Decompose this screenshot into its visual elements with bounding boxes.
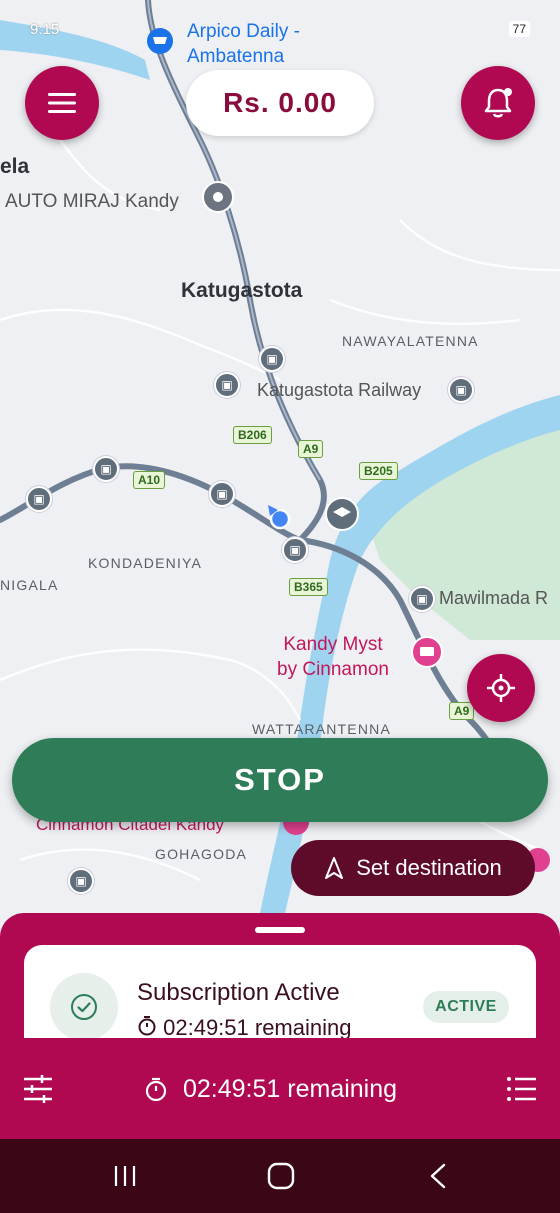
my-location-button[interactable] bbox=[467, 654, 535, 722]
filter-icon bbox=[24, 1075, 52, 1103]
back-button[interactable] bbox=[418, 1159, 458, 1193]
bottom-sheet[interactable]: Subscription Active 02:49:51 remaining A… bbox=[0, 913, 560, 1139]
poi-katugastota-railway-label[interactable]: Katugastota Railway bbox=[257, 380, 421, 401]
place-katugastota-label: Katugastota bbox=[181, 279, 303, 302]
notifications-button[interactable] bbox=[461, 66, 535, 140]
recent-apps-icon bbox=[114, 1166, 136, 1186]
area-nigala-label: NIGALA bbox=[0, 577, 59, 593]
bottom-timer-text: 02:49:51 remaining bbox=[183, 1075, 398, 1103]
status-bar: 9:15 77 bbox=[30, 14, 530, 44]
road-shield-b365: B365 bbox=[289, 578, 328, 596]
fare-display: Rs. 0.00 bbox=[186, 70, 374, 136]
road-shield-b205: B205 bbox=[359, 462, 398, 480]
bottom-toolbar: 02:49:51 remaining bbox=[0, 1065, 560, 1115]
recent-apps-button[interactable] bbox=[105, 1159, 145, 1193]
check-badge bbox=[50, 973, 118, 1038]
status-time: 9:15 bbox=[30, 20, 60, 38]
home-icon bbox=[267, 1162, 295, 1190]
list-icon bbox=[507, 1077, 536, 1101]
bell-icon bbox=[484, 88, 512, 118]
poi-kandy-myst-label[interactable]: Kandy Myst by Cinnamon bbox=[277, 632, 389, 682]
subscription-title: Subscription Active bbox=[137, 979, 340, 1006]
area-kondadeniya-label: KONDADENIYA bbox=[88, 555, 203, 571]
bus-stop-icon[interactable]: ▣ bbox=[448, 377, 474, 403]
timer-icon bbox=[145, 1077, 167, 1102]
bus-stop-icon[interactable]: ▣ bbox=[259, 346, 285, 372]
menu-icon bbox=[48, 93, 76, 113]
menu-button[interactable] bbox=[25, 66, 99, 140]
bus-stop-icon[interactable]: ▣ bbox=[409, 586, 435, 612]
bus-stop-icon[interactable]: ▣ bbox=[214, 372, 240, 398]
area-gohagoda-label: GOHAGODA bbox=[155, 846, 248, 862]
fare-amount: Rs. 0.00 bbox=[223, 87, 337, 118]
set-destination-button[interactable]: Set destination bbox=[291, 840, 535, 896]
stop-button[interactable]: STOP bbox=[12, 738, 548, 822]
navigate-arrow-icon bbox=[325, 857, 344, 879]
status-badge: ACTIVE bbox=[423, 991, 509, 1023]
road-shield-a10: A10 bbox=[133, 471, 166, 489]
bus-stop-icon[interactable]: ▣ bbox=[209, 481, 235, 507]
subscription-remaining: 02:49:51 remaining bbox=[137, 1015, 351, 1038]
check-icon bbox=[71, 994, 97, 1020]
list-button[interactable] bbox=[506, 1075, 538, 1103]
poi-auto-miraj-label[interactable]: AUTO MIRAJ Kandy bbox=[5, 191, 179, 213]
filter-button[interactable] bbox=[22, 1073, 54, 1105]
road-shield-a9: A9 bbox=[298, 440, 324, 458]
home-button[interactable] bbox=[261, 1159, 301, 1193]
locate-icon bbox=[487, 674, 515, 702]
battery-level: 77 bbox=[512, 22, 526, 36]
battery-indicator: 77 bbox=[508, 21, 530, 37]
poi-mawilmada-label[interactable]: Mawilmada R bbox=[439, 588, 548, 609]
area-wattarantenna-label: WATTARANTENNA bbox=[252, 721, 392, 737]
set-destination-label: Set destination bbox=[356, 855, 502, 880]
system-nav-bar bbox=[0, 1139, 560, 1213]
timer-icon bbox=[138, 1016, 156, 1036]
road-shield-b206: B206 bbox=[233, 426, 272, 444]
place-ela-label: ela bbox=[0, 155, 30, 178]
bus-stop-icon[interactable]: ▣ bbox=[26, 486, 52, 512]
area-nawayalatenna-label: NAWAYALATENNA bbox=[342, 333, 479, 349]
stop-label: STOP bbox=[234, 762, 326, 797]
back-icon bbox=[430, 1163, 446, 1189]
bus-stop-icon[interactable]: ▣ bbox=[282, 537, 308, 563]
bus-stop-icon[interactable]: ▣ bbox=[93, 456, 119, 482]
bus-stop-icon[interactable]: ▣ bbox=[68, 868, 94, 894]
subscription-card[interactable]: Subscription Active 02:49:51 remaining A… bbox=[24, 945, 536, 1038]
subscription-remaining-text: 02:49:51 remaining bbox=[163, 1015, 352, 1038]
sheet-drag-handle[interactable] bbox=[255, 927, 305, 933]
